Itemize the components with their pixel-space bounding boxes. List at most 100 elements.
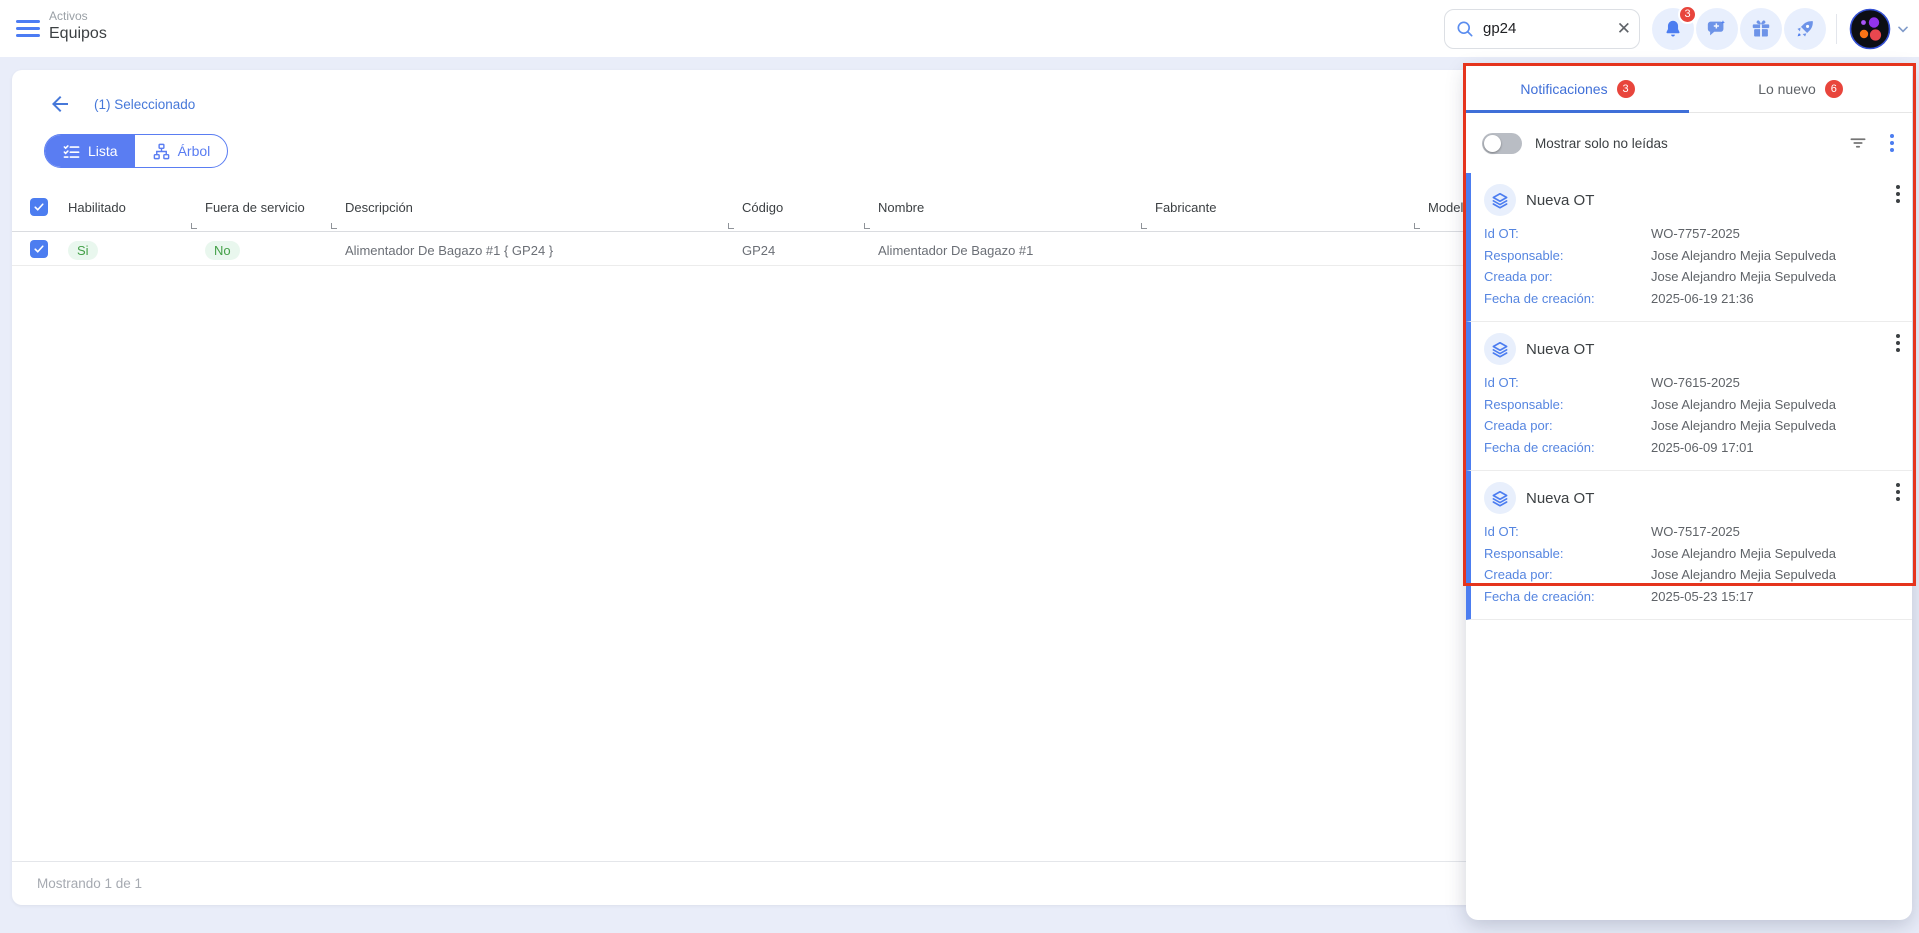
field-label: Responsable: (1484, 394, 1651, 416)
notifications-panel: Notificaciones 3 Lo nuevo 6 Mostrar solo… (1466, 66, 1912, 920)
unread-only-toggle[interactable] (1482, 133, 1522, 154)
cell-descripcion: Alimentador De Bagazo #1 { GP24 } (345, 241, 742, 258)
search-input[interactable] (1483, 20, 1617, 37)
field-value: Jose Alejandro Mejia Sepulveda (1651, 394, 1836, 416)
panel-menu-icon[interactable] (1888, 132, 1896, 154)
feedback-button[interactable] (1696, 8, 1738, 50)
layers-icon (1484, 482, 1516, 514)
select-all-checkbox[interactable] (30, 198, 48, 216)
topbar-actions: ✕ 3 (1444, 0, 1911, 57)
field-label: Creada por: (1484, 266, 1651, 288)
field-value: 2025-06-19 21:36 (1651, 288, 1754, 310)
tab-lo-nuevo-label: Lo nuevo (1758, 81, 1816, 97)
notification-fields: Id OT:WO-7615-2025 Responsable:Jose Alej… (1484, 372, 1898, 458)
breadcrumb-section: Activos (49, 8, 107, 24)
header-descripcion[interactable]: Descripción (345, 198, 742, 215)
topbar: Activos Equipos ✕ 3 (0, 0, 1919, 57)
tree-view-label: Árbol (178, 143, 211, 159)
tab-lo-nuevo[interactable]: Lo nuevo 6 (1689, 66, 1912, 112)
check-icon (33, 201, 45, 213)
cell-fuera-de-servicio: No (205, 239, 345, 260)
notification-card[interactable]: Nueva OT Id OT:WO-7517-2025 Responsable:… (1466, 471, 1912, 620)
field-label: Creada por: (1484, 564, 1651, 586)
field-value: Jose Alejandro Mejia Sepulveda (1651, 543, 1836, 565)
notification-fields: Id OT:WO-7757-2025 Responsable:Jose Alej… (1484, 223, 1898, 309)
header-codigo[interactable]: Código (742, 198, 878, 215)
view-toggle: Lista Árbol (44, 134, 228, 168)
field-label: Fecha de creación: (1484, 586, 1651, 608)
avatar (1849, 8, 1891, 50)
field-label: Id OT: (1484, 223, 1651, 245)
status-badge-habilitado: Si (68, 241, 98, 260)
account-menu[interactable] (1849, 8, 1911, 50)
status-badge-fuera: No (205, 241, 240, 260)
notification-menu-icon[interactable] (1894, 183, 1902, 205)
check-icon (33, 243, 45, 255)
filter-icon[interactable] (1848, 133, 1868, 153)
gift-icon (1750, 18, 1772, 40)
panel-actions (1848, 132, 1896, 154)
list-view-label: Lista (88, 143, 118, 159)
field-value: Jose Alejandro Mejia Sepulveda (1651, 245, 1836, 267)
header-fuera-de-servicio[interactable]: Fuera de servicio (205, 198, 345, 215)
row-checkbox[interactable] (30, 240, 48, 258)
tree-icon (152, 142, 171, 161)
cell-codigo: GP24 (742, 241, 878, 258)
tab-notificaciones[interactable]: Notificaciones 3 (1466, 66, 1689, 112)
notification-card[interactable]: Nueva OT Id OT:WO-7615-2025 Responsable:… (1466, 322, 1912, 471)
cell-nombre: Alimentador De Bagazo #1 (878, 241, 1155, 258)
field-value: WO-7615-2025 (1651, 372, 1740, 394)
unread-filter-row: Mostrar solo no leídas (1466, 113, 1912, 173)
layers-icon (1484, 333, 1516, 365)
menu-icon[interactable] (16, 17, 40, 39)
notification-title: Nueva OT (1526, 490, 1594, 507)
notification-title: Nueva OT (1526, 341, 1594, 358)
cell-habilitado: Si (68, 239, 205, 260)
field-value: Jose Alejandro Mejia Sepulveda (1651, 266, 1836, 288)
clear-search-icon[interactable]: ✕ (1617, 20, 1631, 37)
whats-new-button[interactable] (1740, 8, 1782, 50)
field-label: Responsable: (1484, 543, 1651, 565)
chat-sparkle-icon (1706, 18, 1728, 40)
selection-row: (1) Seleccionado (48, 92, 195, 116)
field-label: Id OT: (1484, 372, 1651, 394)
search-icon (1455, 19, 1475, 39)
notification-menu-icon[interactable] (1894, 332, 1902, 354)
field-label: Fecha de creación: (1484, 288, 1651, 310)
notification-header: Nueva OT (1484, 332, 1898, 366)
list-view-button[interactable]: Lista (45, 135, 135, 167)
notifications-badge: 3 (1678, 5, 1697, 24)
row-checkbox-cell (30, 240, 68, 258)
layers-icon (1484, 184, 1516, 216)
back-arrow-icon[interactable] (48, 92, 72, 116)
tab-lo-nuevo-badge: 6 (1825, 80, 1843, 98)
field-value: 2025-05-23 15:17 (1651, 586, 1754, 608)
notifications-button[interactable]: 3 (1652, 8, 1694, 50)
header-habilitado[interactable]: Habilitado (68, 198, 205, 215)
cell-fabricante (1155, 248, 1428, 250)
notification-card[interactable]: Nueva OT Id OT:WO-7757-2025 Responsable:… (1466, 173, 1912, 322)
topbar-divider (1836, 14, 1837, 44)
row-count-label: Mostrando 1 de 1 (37, 876, 142, 891)
field-value: 2025-06-09 17:01 (1651, 437, 1754, 459)
notification-menu-icon[interactable] (1894, 481, 1902, 503)
notification-fields: Id OT:WO-7517-2025 Responsable:Jose Alej… (1484, 521, 1898, 607)
chevron-down-icon (1895, 21, 1911, 37)
header-fabricante[interactable]: Fabricante (1155, 198, 1428, 215)
notification-title: Nueva OT (1526, 192, 1594, 209)
field-value: Jose Alejandro Mejia Sepulveda (1651, 564, 1836, 586)
selected-count-link[interactable]: (1) Seleccionado (94, 97, 195, 112)
rocket-icon (1794, 18, 1816, 40)
updates-button[interactable] (1784, 8, 1826, 50)
header-nombre[interactable]: Nombre (878, 198, 1155, 215)
unread-only-label: Mostrar solo no leídas (1535, 136, 1668, 151)
field-label: Fecha de creación: (1484, 437, 1651, 459)
search-box: ✕ (1444, 9, 1640, 49)
field-label: Creada por: (1484, 415, 1651, 437)
checklist-icon (62, 142, 81, 161)
field-label: Id OT: (1484, 521, 1651, 543)
tree-view-button[interactable]: Árbol (135, 135, 228, 167)
field-label: Responsable: (1484, 245, 1651, 267)
tab-notificaciones-label: Notificaciones (1520, 81, 1607, 97)
page-title: Equipos (49, 24, 107, 44)
